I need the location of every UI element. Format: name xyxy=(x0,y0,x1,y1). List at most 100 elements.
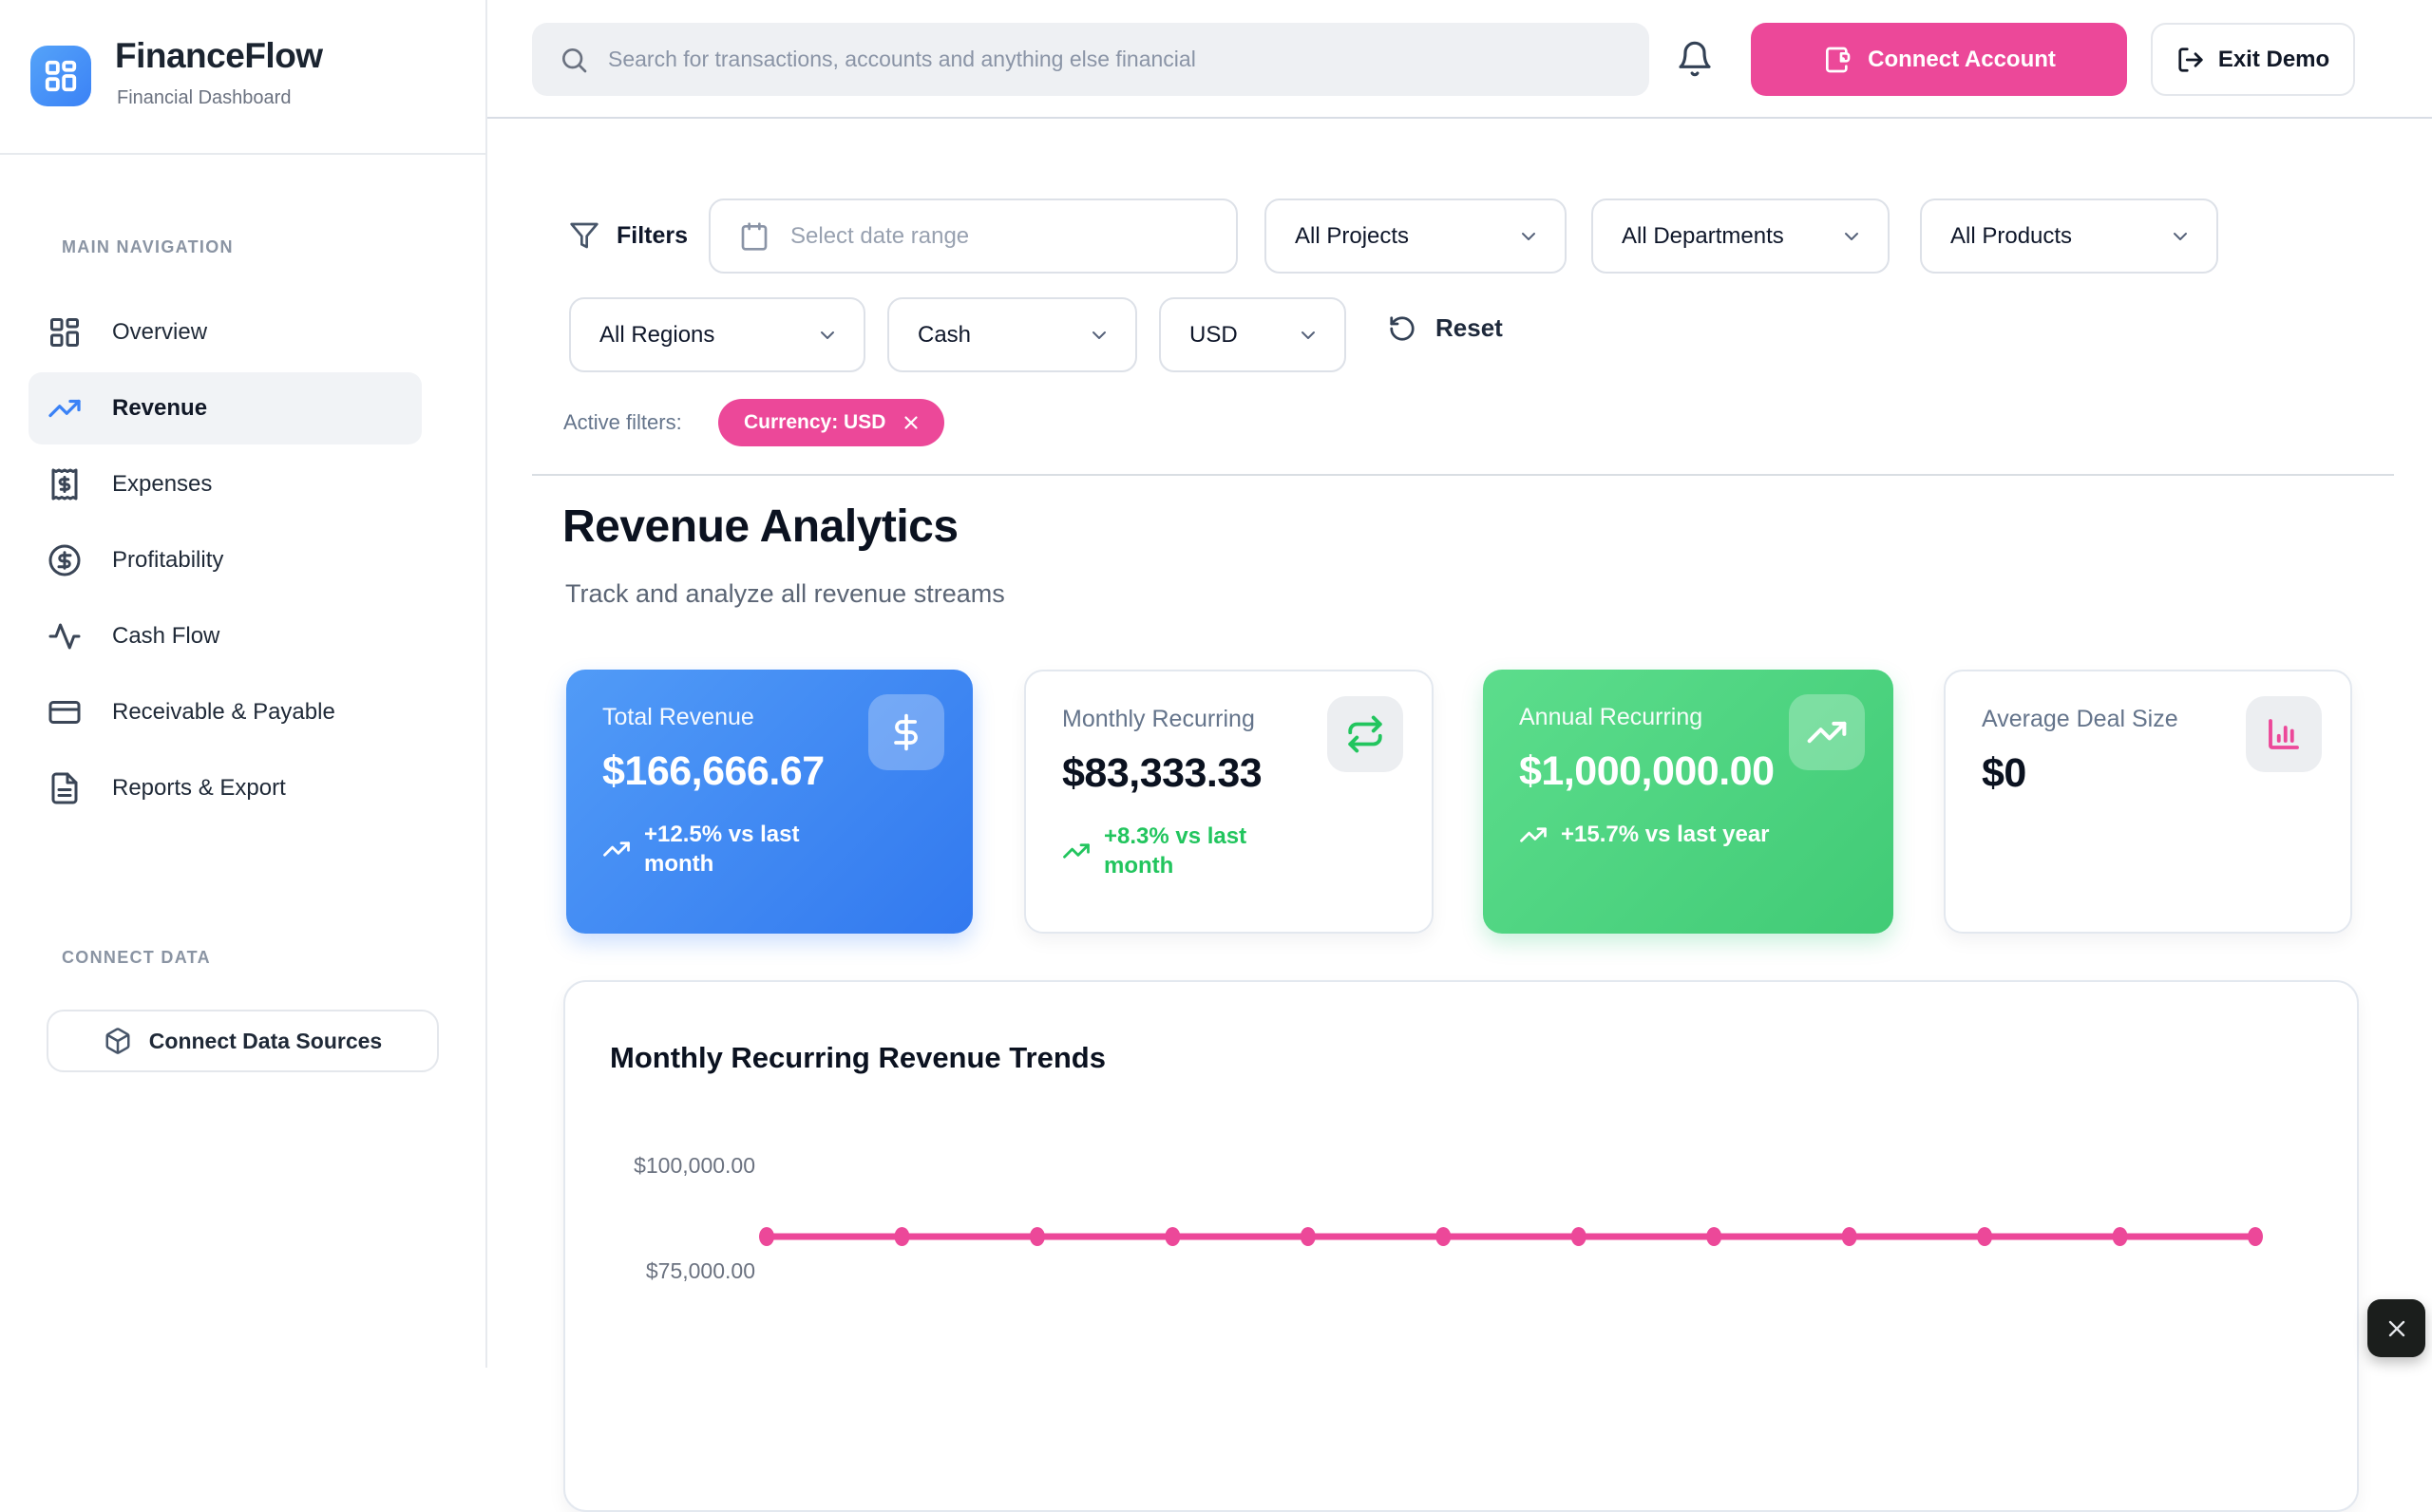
sidebar-item-reports-export[interactable]: Reports & Export xyxy=(28,752,422,824)
logo-section: FinanceFlow Financial Dashboard xyxy=(0,0,485,155)
sidebar-item-label: Profitability xyxy=(112,547,223,574)
sidebar: FinanceFlow Financial Dashboard MAIN NAV… xyxy=(0,0,487,1368)
date-range-placeholder: Select date range xyxy=(790,223,969,250)
projects-select-value: All Projects xyxy=(1295,223,1409,250)
chart-data-point[interactable] xyxy=(1435,1227,1451,1246)
chevron-down-icon xyxy=(1517,225,1540,248)
close-icon[interactable] xyxy=(901,412,922,433)
date-range-input[interactable]: Select date range xyxy=(709,198,1238,274)
chart-data-point[interactable] xyxy=(1977,1227,1992,1246)
chart-data-point[interactable] xyxy=(1165,1227,1180,1246)
metric-card-monthly-recurring: Monthly Recurring $83,333.33 +8.3% vs la… xyxy=(1024,670,1434,934)
sidebar-item-label: Reports & Export xyxy=(112,775,286,802)
filters-label: Filters xyxy=(617,222,688,250)
circle-dollar-icon xyxy=(48,543,82,577)
sidebar-item-profitability[interactable]: Profitability xyxy=(28,524,422,596)
credit-card-icon xyxy=(48,695,82,729)
chart-data-point[interactable] xyxy=(2113,1227,2128,1246)
reset-label: Reset xyxy=(1435,313,1503,343)
active-filter-chip-currency[interactable]: Currency: USD xyxy=(718,399,944,446)
connect-data-sources-button[interactable]: Connect Data Sources xyxy=(47,1010,439,1072)
brand-tagline: Financial Dashboard xyxy=(117,87,291,109)
chart-data-point[interactable] xyxy=(1571,1227,1586,1246)
products-select[interactable]: All Products xyxy=(1920,198,2218,274)
metric-change-text: +12.5% vs last month xyxy=(644,820,839,879)
activity-icon xyxy=(48,619,82,653)
sidebar-item-receivable-payable[interactable]: Receivable & Payable xyxy=(28,676,422,748)
metric-card-total-revenue: Total Revenue $166,666.67 +12.5% vs last… xyxy=(566,670,973,934)
chart-data-point[interactable] xyxy=(2248,1227,2263,1246)
page-subtitle: Track and analyze all revenue streams xyxy=(565,579,1005,609)
sidebar-item-revenue[interactable]: Revenue xyxy=(28,372,422,444)
search-input[interactable] xyxy=(608,47,1623,72)
sidebar-item-expenses[interactable]: Expenses xyxy=(28,448,422,520)
regions-select-value: All Regions xyxy=(599,322,714,349)
logout-icon xyxy=(2176,46,2205,74)
connect-account-label: Connect Account xyxy=(1868,47,2056,73)
chart-data-point[interactable] xyxy=(1301,1227,1316,1246)
dollar-sign-icon xyxy=(868,694,944,770)
trending-up-icon xyxy=(1062,837,1091,865)
departments-select[interactable]: All Departments xyxy=(1591,198,1890,274)
nav-section-header: MAIN NAVIGATION xyxy=(62,237,234,257)
active-filters-label: Active filters: xyxy=(563,410,682,435)
chevron-down-icon xyxy=(1088,324,1111,347)
products-select-value: All Products xyxy=(1950,223,2072,250)
global-search[interactable] xyxy=(532,23,1649,96)
chart-data-point[interactable] xyxy=(1842,1227,1857,1246)
metric-change: +12.5% vs last month xyxy=(602,820,937,879)
metric-change-text: +8.3% vs last month xyxy=(1104,822,1299,880)
metric-card-annual-recurring: Annual Recurring $1,000,000.00 +15.7% vs… xyxy=(1483,670,1893,934)
bell-icon xyxy=(1676,40,1716,78)
trending-up-icon xyxy=(1789,694,1865,770)
metric-change: +15.7% vs last year xyxy=(1519,820,1857,849)
exit-demo-button[interactable]: Exit Demo xyxy=(2151,23,2355,96)
floating-close-button[interactable] xyxy=(2367,1299,2425,1357)
sidebar-item-label: Revenue xyxy=(112,395,207,422)
repeat-icon xyxy=(1327,696,1403,772)
filters-label-group: Filters xyxy=(569,220,688,251)
brand-logo xyxy=(30,46,91,106)
projects-select[interactable]: All Projects xyxy=(1264,198,1567,274)
regions-select[interactable]: All Regions xyxy=(569,297,865,372)
connect-data-header: CONNECT DATA xyxy=(62,948,211,968)
chart-data-point[interactable] xyxy=(1030,1227,1045,1246)
departments-select-value: All Departments xyxy=(1622,223,1784,250)
currency-select-value: USD xyxy=(1189,322,1238,349)
close-icon xyxy=(2384,1315,2410,1342)
trending-up-icon xyxy=(48,391,82,425)
mrr-trends-chart-card: Monthly Recurring Revenue Trends $100,00… xyxy=(563,980,2359,1512)
funnel-icon xyxy=(569,220,599,251)
brand-title: FinanceFlow xyxy=(115,36,323,76)
mrr-line-chart xyxy=(565,982,2361,1510)
chevron-down-icon xyxy=(1297,324,1320,347)
chart-data-point[interactable] xyxy=(759,1227,774,1246)
bar-chart-icon xyxy=(2246,696,2322,772)
chart-data-point[interactable] xyxy=(894,1227,909,1246)
file-text-icon xyxy=(48,771,82,805)
chevron-down-icon xyxy=(1840,225,1863,248)
metric-change-text: +15.7% vs last year xyxy=(1561,820,1770,849)
sidebar-item-overview[interactable]: Overview xyxy=(28,296,422,369)
sidebar-item-label: Overview xyxy=(112,319,207,346)
reset-filters-button[interactable]: Reset xyxy=(1388,313,1503,343)
payment-method-select[interactable]: Cash xyxy=(887,297,1137,372)
sidebar-item-label: Expenses xyxy=(112,471,212,498)
calendar-icon xyxy=(739,221,770,252)
page-title: Revenue Analytics xyxy=(562,501,959,553)
notifications-bell-button[interactable] xyxy=(1676,40,1716,80)
sidebar-item-cash-flow[interactable]: Cash Flow xyxy=(28,600,422,672)
chart-data-point[interactable] xyxy=(1706,1227,1721,1246)
currency-select[interactable]: USD xyxy=(1159,297,1346,372)
search-icon xyxy=(559,45,589,75)
connect-account-button[interactable]: Connect Account xyxy=(1751,23,2127,96)
chevron-down-icon xyxy=(2169,225,2192,248)
active-filter-chip-label: Currency: USD xyxy=(744,411,885,434)
payment-method-select-value: Cash xyxy=(918,322,971,349)
metric-card-average-deal-size: Average Deal Size $0 xyxy=(1944,670,2352,934)
sidebar-item-label: Receivable & Payable xyxy=(112,699,335,726)
trending-up-icon xyxy=(602,835,631,863)
trending-up-icon xyxy=(1519,821,1548,849)
connect-data-sources-label: Connect Data Sources xyxy=(149,1029,382,1054)
section-divider xyxy=(532,474,2394,476)
